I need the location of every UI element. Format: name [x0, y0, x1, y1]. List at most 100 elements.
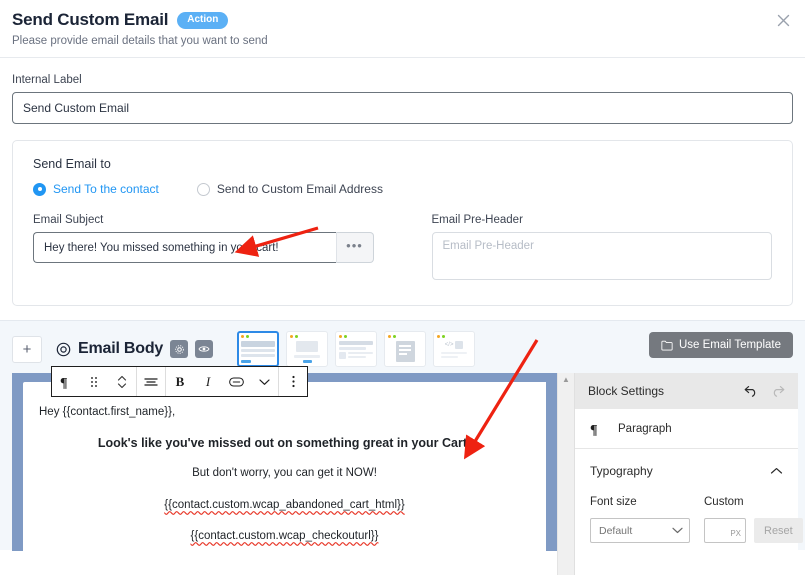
ellipsis-icon: •••	[346, 237, 363, 253]
email-preheader-label: Email Pre-Header	[431, 214, 523, 226]
layout-thumbnails: </>	[237, 331, 476, 367]
use-email-template-button[interactable]: Use Email Template	[648, 332, 793, 358]
typography-header[interactable]: Typography	[590, 464, 783, 478]
font-size-select[interactable]: Default	[590, 518, 690, 543]
font-size-group: Font size Default	[590, 496, 690, 543]
editor-line-greeting[interactable]: Hey {{contact.first_name}},	[39, 404, 530, 421]
italic-button[interactable]: I	[194, 367, 222, 396]
font-size-row: Font size Default Custom PX Reset	[590, 496, 803, 543]
close-icon	[777, 14, 789, 26]
align-button[interactable]	[137, 367, 165, 396]
link-options-button[interactable]	[250, 367, 278, 396]
move-updown-icon	[117, 375, 127, 388]
folder-icon	[661, 340, 673, 350]
send-email-to-radio-group: Send To the contact Send to Custom Email…	[33, 182, 772, 196]
font-size-label: Font size	[590, 496, 637, 508]
email-subject-more-button[interactable]: •••	[335, 232, 374, 263]
editor-line-subline[interactable]: But don't worry, you can get it NOW!	[39, 465, 530, 482]
chevron-down-icon	[672, 527, 683, 534]
editor-scrollbar[interactable]: ▲	[557, 373, 574, 575]
more-options-button[interactable]	[279, 367, 307, 396]
align-icon	[144, 377, 158, 386]
svg-text:¶: ¶	[60, 376, 68, 389]
typography-section: Typography Font size Default Custom PX R…	[575, 449, 803, 543]
block-type-label: Paragraph	[618, 422, 672, 435]
link-button[interactable]	[222, 367, 250, 396]
radio-option-custom-address[interactable]: Send to Custom Email Address	[196, 182, 383, 196]
block-settings-header: Block Settings	[575, 373, 798, 409]
add-block-button[interactable]: +	[12, 335, 42, 363]
email-preheader-group: Email Pre-Header	[431, 214, 772, 285]
svg-text:¶: ¶	[590, 423, 598, 436]
radio-dot-unselected	[196, 182, 210, 196]
radio-label-custom-address: Send to Custom Email Address	[216, 182, 383, 196]
scroll-up-icon[interactable]: ▲	[562, 376, 570, 384]
drag-handle-button[interactable]	[80, 367, 108, 396]
bold-button[interactable]: B	[166, 367, 194, 396]
modal-header: Send Custom Email Action Please provide …	[0, 0, 805, 58]
editor-line-cart-html[interactable]: {{contact.custom.wcap_abandoned_cart_htm…	[39, 497, 530, 514]
internal-label-label: Internal Label	[12, 74, 82, 86]
merge-tag-cart-html: {{contact.custom.wcap_abandoned_cart_htm…	[164, 499, 405, 512]
email-subject-input[interactable]	[33, 232, 336, 263]
editor-line-checkout-url[interactable]: {{contact.custom.wcap_checkouturl}}	[39, 528, 530, 545]
paragraph-type-button[interactable]: ¶	[52, 367, 80, 396]
paragraph-icon: ¶	[590, 423, 598, 436]
thumbnail-layout-code[interactable]: </>	[433, 331, 476, 367]
send-email-card: Send Email to Send To the contact Send t…	[12, 140, 793, 306]
status-badge: Action	[177, 11, 229, 29]
title-row: Send Custom Email Action	[12, 10, 789, 30]
move-block-button[interactable]	[108, 367, 136, 396]
plus-icon: +	[22, 340, 32, 358]
font-size-value: Default	[599, 524, 633, 537]
thumbnail-layout-image[interactable]	[286, 331, 329, 367]
chevron-up-icon[interactable]	[770, 467, 783, 475]
chevron-down-icon	[258, 378, 270, 385]
use-email-template-label: Use Email Template	[678, 339, 781, 351]
editor-line-headline[interactable]: Look's like you've missed out on somethi…	[39, 434, 530, 452]
undo-icon[interactable]	[744, 385, 758, 397]
internal-label-group: Internal Label	[12, 74, 793, 124]
send-custom-email-modal: Send Custom Email Action Please provide …	[0, 0, 805, 582]
modal-subtitle: Please provide email details that you wa…	[12, 35, 268, 47]
drag-handle-icon	[91, 376, 97, 387]
thumbnail-layout-document[interactable]	[384, 331, 427, 367]
internal-label-input[interactable]	[12, 92, 793, 124]
email-subject-group: Email Subject •••	[33, 214, 374, 285]
close-button[interactable]	[773, 10, 793, 30]
more-options-icon	[291, 375, 295, 388]
email-body-section: + Email Body </> Use Email Template ¶ B …	[0, 320, 805, 575]
block-settings-actions	[744, 385, 785, 397]
modal-body: Internal Label Send Email to Send To the…	[0, 58, 805, 306]
send-email-to-label: Send Email to	[33, 157, 111, 171]
radio-label-send-to-contact: Send To the contact	[53, 182, 159, 196]
thumbnail-layout-basic[interactable]	[237, 331, 280, 367]
email-editor-canvas[interactable]: ¶ B I Hey {{contact.first_name}}, Look's…	[12, 366, 557, 551]
custom-size-label: Custom	[704, 496, 744, 508]
thumbnail-layout-article[interactable]	[335, 331, 378, 367]
target-icon	[56, 342, 71, 356]
bold-icon: B	[175, 373, 185, 389]
email-body-preview-button[interactable]	[195, 340, 214, 358]
typography-title: Typography	[590, 464, 653, 478]
email-body-settings-button[interactable]	[170, 340, 189, 358]
email-body-title: Email Body	[78, 340, 164, 357]
redo-icon[interactable]	[771, 385, 785, 397]
page-title: Send Custom Email	[12, 10, 169, 29]
custom-size-unit: PX	[730, 529, 741, 538]
merge-tag-checkout-url: {{contact.custom.wcap_checkouturl}}	[190, 530, 379, 543]
custom-size-input[interactable]: PX	[704, 518, 746, 543]
radio-option-send-to-contact[interactable]: Send To the contact	[33, 182, 159, 196]
reset-label: Reset	[764, 524, 793, 537]
email-editor-surface[interactable]: ¶ B I Hey {{contact.first_name}}, Look's…	[23, 366, 546, 551]
reset-button[interactable]: Reset	[754, 518, 803, 543]
custom-size-row: PX Reset	[704, 518, 803, 543]
paragraph-icon: ¶	[60, 376, 68, 389]
block-type-row[interactable]: ¶ Paragraph	[575, 409, 798, 449]
email-editor-content[interactable]: Hey {{contact.first_name}}, Look's like …	[23, 382, 546, 545]
block-editor-toolbar: ¶ B I	[51, 366, 308, 397]
link-icon	[228, 376, 244, 387]
editor-wrap: ¶ B I Hey {{contact.first_name}}, Look's…	[12, 366, 805, 575]
email-preheader-input[interactable]	[431, 232, 772, 280]
email-body-title-wrap: Email Body	[56, 340, 214, 358]
